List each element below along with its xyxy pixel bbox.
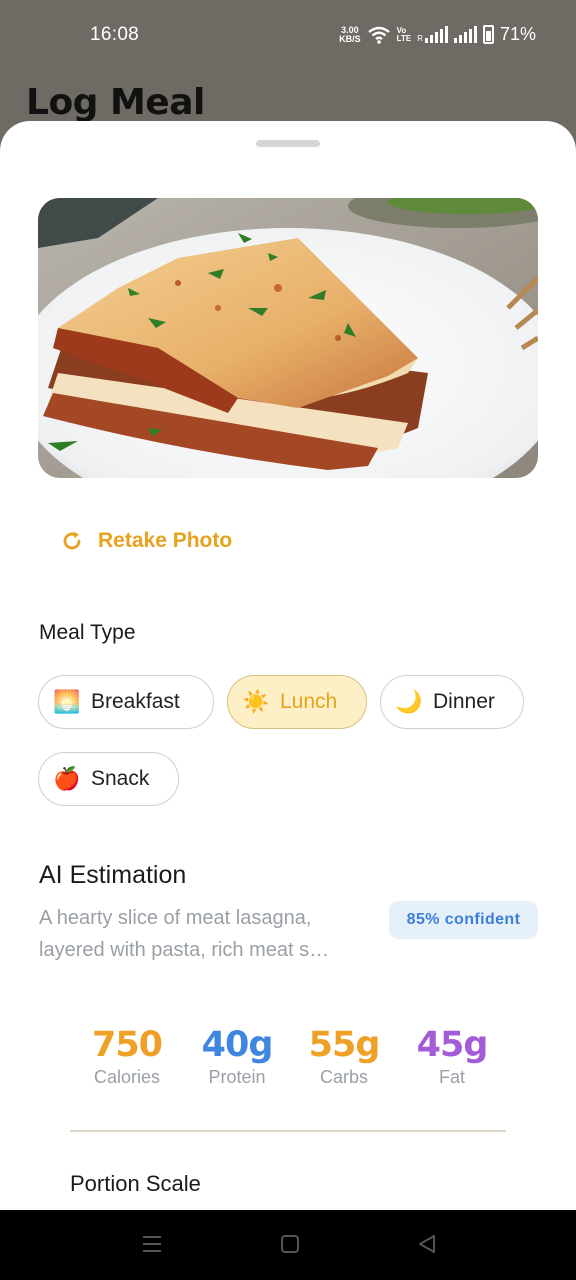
confidence-badge: 85% confident [389,901,538,939]
meal-type-title: Meal Type [39,621,136,644]
back-triangle-icon[interactable] [416,1233,438,1255]
volte-icon: Vo LTE [396,25,412,43]
meal-photo [38,198,538,478]
sunrise-icon: 🌅 [53,689,81,715]
signal-strength-icon-sim2 [453,25,477,43]
home-square-icon[interactable] [279,1233,301,1255]
chip-label: Snack [91,767,150,790]
meal-type-chip-breakfast[interactable]: 🌅 Breakfast [38,675,214,729]
chip-label: Breakfast [91,690,180,713]
nutrient-value: 55g [308,1025,381,1065]
retake-photo-label: Retake Photo [98,529,233,552]
nutrient-value: 40g [201,1025,274,1065]
nutrient-label: Protein [208,1067,266,1087]
ai-estimation-title: AI Estimation [39,861,187,889]
lasagna-image [38,198,538,478]
ai-estimation-description: A hearty slice of meat lasagna, layered … [39,907,330,961]
log-meal-sheet: Retake Photo Meal Type 🌅 Breakfast ☀️ Lu… [0,121,576,1210]
moon-icon: 🌙 [395,689,423,715]
menu-icon[interactable] [141,1233,163,1255]
apple-icon: 🍎 [53,766,81,792]
chip-label: Lunch [280,690,338,713]
status-time: 16:08 [90,24,140,45]
wifi-icon [367,26,390,44]
signal-strength-icon-sim1: R [417,25,448,43]
chip-label: Dinner [433,690,495,713]
page-title: Log Meal [26,82,205,123]
divider [70,1130,506,1132]
portion-scale-title: Portion Scale [70,1171,201,1196]
nutrient-label: Fat [438,1067,465,1087]
meal-type-chip-snack[interactable]: 🍎 Snack [38,752,179,806]
nutrient-value: 750 [91,1025,163,1065]
battery-icon [482,25,494,44]
status-bar: 16:08 3.00 KB/S Vo LTE R 71% [0,0,576,72]
nutrient-value: 45g [416,1025,489,1065]
nutrient-label: Calories [93,1067,161,1087]
nutrient-label: Carbs [319,1067,368,1087]
status-icons: 3.00 KB/S Vo LTE R 71% [339,24,536,45]
nutrient-carbs: 55g Carbs [289,1025,399,1088]
system-nav-bar [0,1210,576,1280]
nutrient-calories: 750 Calories [72,1025,182,1088]
network-speed: 3.00 KB/S [339,24,361,44]
nutrient-protein: 40g Protein [182,1025,292,1088]
meal-type-chip-dinner[interactable]: 🌙 Dinner [380,675,524,729]
nutrient-fat: 45g Fat [397,1025,507,1088]
meal-type-chip-lunch[interactable]: ☀️ Lunch [227,675,367,729]
battery-percent: 71% [499,24,536,44]
refresh-icon [63,531,81,550]
retake-photo-button[interactable]: Retake Photo [60,529,232,553]
sheet-drag-handle[interactable] [256,140,320,147]
sun-icon: ☀️ [242,689,270,715]
